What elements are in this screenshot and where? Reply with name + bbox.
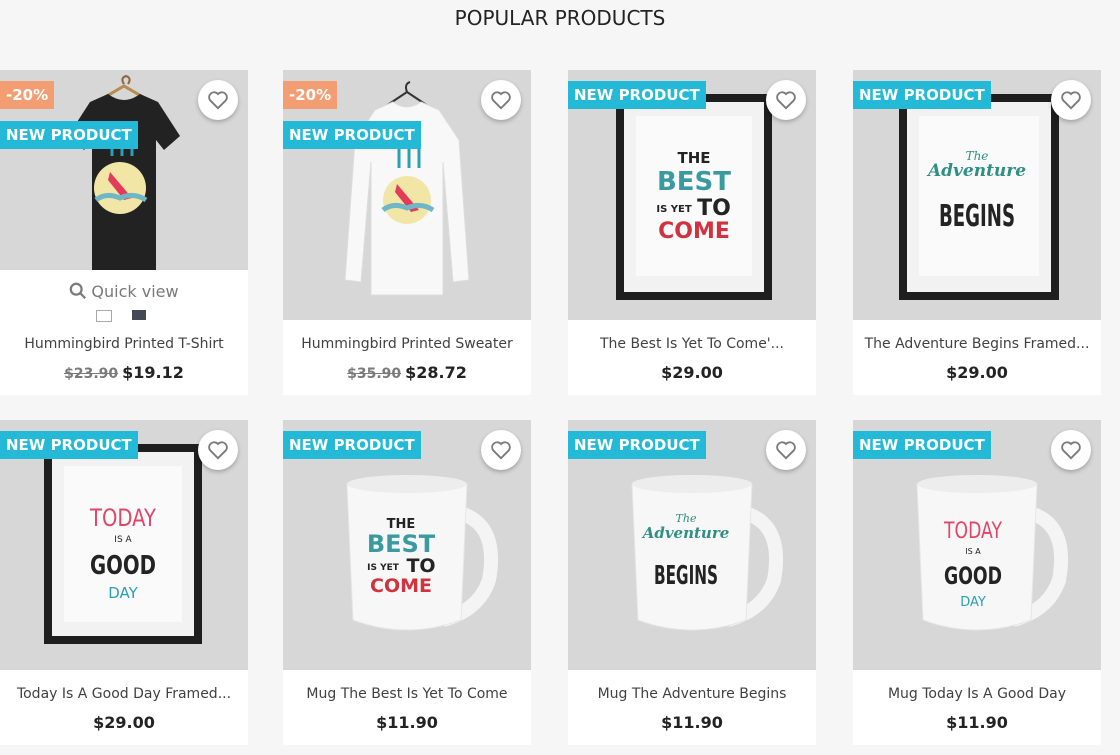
art-text: TO	[406, 555, 435, 577]
sale-price: $28.72	[405, 363, 467, 382]
new-product-flag: NEW PRODUCT	[283, 431, 421, 459]
regular-price: $35.90	[347, 366, 402, 382]
product-card[interactable]: THE BEST IS YET TO COME NEW PRODUCT The …	[568, 70, 816, 395]
art-text: IS A	[114, 535, 132, 545]
art-text: IS YET	[656, 204, 691, 215]
search-icon	[70, 282, 87, 299]
sale-price: $29.00	[661, 363, 723, 382]
new-product-flag: NEW PRODUCT	[0, 121, 138, 149]
product-name[interactable]: The Best Is Yet To Come'...	[568, 336, 816, 352]
art-text: BEGINS	[654, 561, 718, 591]
wishlist-button[interactable]	[1051, 430, 1091, 470]
discount-flag: -20%	[0, 81, 55, 109]
new-product-flag: NEW PRODUCT	[853, 81, 991, 109]
new-product-flag: NEW PRODUCT	[0, 431, 138, 459]
color-swatch-white[interactable]	[96, 310, 112, 322]
quick-view-button[interactable]: Quick view	[0, 282, 248, 301]
wishlist-button[interactable]	[481, 80, 521, 120]
product-name[interactable]: Hummingbird Printed T-Shirt	[0, 336, 248, 352]
sale-price: $11.90	[376, 713, 438, 732]
product-price: $29.00	[568, 363, 816, 382]
product-card[interactable]: THE BEST IS YET TO COME NEW PRODUCT Mug …	[283, 420, 531, 745]
art-text: GOOD	[90, 551, 156, 581]
product-card[interactable]: TODAY IS A GOOD DAY NEW PRODUCT Today Is…	[0, 420, 248, 745]
art-text: TO	[697, 196, 731, 221]
art-text: BEST	[367, 530, 436, 558]
product-card[interactable]: TODAY IS A GOOD DAY NEW PRODUCT Mug Toda…	[853, 420, 1101, 745]
product-name[interactable]: Mug The Adventure Begins	[568, 686, 816, 702]
art-text: Adventure	[926, 161, 1026, 181]
heart-icon	[208, 441, 228, 460]
art-text: DAY	[108, 584, 138, 602]
new-product-flag: NEW PRODUCT	[568, 431, 706, 459]
product-price: $23.90 $19.12	[0, 363, 248, 382]
product-name[interactable]: Today Is A Good Day Framed...	[0, 686, 248, 702]
heart-icon	[208, 91, 228, 110]
product-name[interactable]: Mug Today Is A Good Day	[853, 686, 1101, 702]
wishlist-button[interactable]	[766, 430, 806, 470]
new-product-flag: NEW PRODUCT	[568, 81, 706, 109]
art-text: BEGINS	[939, 199, 1015, 234]
product-name[interactable]: Hummingbird Printed Sweater	[283, 336, 531, 352]
sale-price: $11.90	[946, 713, 1008, 732]
wishlist-button[interactable]	[198, 430, 238, 470]
wishlist-button[interactable]	[766, 80, 806, 120]
product-price: $35.90 $28.72	[283, 363, 531, 382]
heart-icon	[776, 91, 796, 110]
wishlist-button[interactable]	[481, 430, 521, 470]
art-text: DAY	[960, 595, 986, 610]
heart-icon	[1061, 441, 1081, 460]
product-price: $11.90	[853, 713, 1101, 732]
new-product-flag: NEW PRODUCT	[853, 431, 991, 459]
product-price: $29.00	[853, 363, 1101, 382]
wishlist-button[interactable]	[1051, 80, 1091, 120]
heart-icon	[491, 91, 511, 110]
regular-price: $23.90	[64, 366, 119, 382]
quick-view-label: Quick view	[91, 282, 179, 301]
quick-view-panel: Quick view	[0, 270, 248, 322]
color-swatch-black[interactable]	[132, 310, 146, 320]
art-text: IS YET	[367, 563, 400, 573]
heart-icon	[491, 441, 511, 460]
section-title: POPULAR PRODUCTS	[454, 6, 666, 30]
art-text: TODAY	[943, 519, 1002, 544]
sale-price: $29.00	[93, 713, 155, 732]
product-name[interactable]: The Adventure Begins Framed...	[853, 336, 1101, 352]
product-name[interactable]: Mug The Best Is Yet To Come	[283, 686, 531, 702]
art-text: BEST	[657, 167, 731, 197]
product-card[interactable]: The Adventure BEGINS NEW PRODUCT Mug The…	[568, 420, 816, 745]
product-price: $29.00	[0, 713, 248, 732]
art-text: Adventure	[641, 524, 730, 542]
product-card[interactable]: The Adventure BEGINS NEW PRODUCT The Adv…	[853, 70, 1101, 395]
sale-price: $11.90	[661, 713, 723, 732]
art-text: GOOD	[944, 562, 1002, 590]
art-text: IS A	[965, 547, 981, 556]
discount-flag: -20%	[283, 81, 338, 109]
product-price: $11.90	[568, 713, 816, 732]
heart-icon	[776, 441, 796, 460]
wishlist-button[interactable]	[198, 80, 238, 120]
art-text: COME	[658, 219, 730, 244]
heart-icon	[1061, 91, 1081, 110]
sale-price: $19.12	[122, 363, 184, 382]
art-text: COME	[370, 575, 432, 597]
new-product-flag: NEW PRODUCT	[283, 121, 421, 149]
product-card[interactable]: -20% NEW PRODUCT Quick view Hummingbird …	[0, 70, 248, 395]
product-price: $11.90	[283, 713, 531, 732]
art-text: TODAY	[89, 504, 156, 532]
art-text: THE	[677, 149, 710, 167]
product-card[interactable]: -20% NEW PRODUCT Hummingbird Printed Swe…	[283, 70, 531, 395]
sale-price: $29.00	[946, 363, 1008, 382]
